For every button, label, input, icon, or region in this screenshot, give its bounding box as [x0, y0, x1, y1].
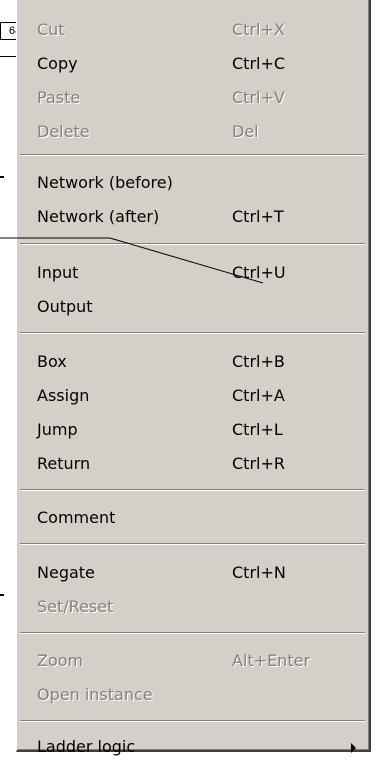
editor-tick-mark	[0, 594, 4, 596]
context-menu: Cut Ctrl+X Copy Ctrl+C Paste Ctrl+V Dele…	[16, 0, 371, 756]
menu-item-assign[interactable]: Assign Ctrl+A	[17, 380, 368, 414]
triangle-right-icon	[351, 743, 356, 753]
menu-item-label: Input	[37, 263, 79, 282]
menu-item-shortcut: Ctrl+L	[232, 420, 283, 439]
menu-item-label: Set/Reset	[37, 597, 114, 616]
menu-item-label: Comment	[37, 508, 116, 527]
menu-item-shortcut: Ctrl+B	[232, 352, 285, 371]
menu-item-shortcut: Ctrl+V	[232, 88, 285, 107]
menu-item-jump[interactable]: Jump Ctrl+L	[17, 414, 368, 448]
menu-item-label: Box	[37, 352, 67, 371]
menu-item-delete[interactable]: Delete Del	[17, 116, 368, 150]
menu-item-label: Delete	[37, 122, 90, 141]
menu-separator	[20, 332, 365, 334]
menu-item-label: Assign	[37, 386, 90, 405]
menu-item-shortcut: Ctrl+N	[232, 563, 286, 582]
menu-item-label: Open instance	[37, 685, 153, 704]
menu-item-label: Network (before)	[37, 173, 173, 192]
menu-item-label: Ladder logic	[37, 737, 136, 756]
menu-item-label: Cut	[37, 20, 65, 39]
editor-tick-mark	[0, 176, 4, 178]
menu-item-shortcut: Ctrl+X	[232, 20, 285, 39]
menu-item-label: Copy	[37, 54, 78, 73]
menu-item-network-before[interactable]: Network (before)	[17, 167, 368, 201]
menu-item-shortcut: Ctrl+C	[232, 54, 286, 73]
editor-divider	[0, 56, 16, 57]
menu-separator	[20, 543, 365, 545]
menu-item-label: Output	[37, 297, 93, 316]
menu-item-network-after[interactable]: Network (after) Ctrl+T	[17, 201, 368, 235]
menu-item-label: Return	[37, 454, 91, 473]
menu-item-paste[interactable]: Paste Ctrl+V	[17, 82, 368, 116]
menu-item-open-instance[interactable]: Open instance	[17, 679, 368, 713]
menu-item-shortcut: Alt+Enter	[232, 651, 311, 670]
menu-item-shortcut: Ctrl+R	[232, 454, 285, 473]
menu-separator	[20, 154, 365, 156]
menu-item-shortcut: Ctrl+U	[232, 263, 286, 282]
menu-item-label: Zoom	[37, 651, 84, 670]
menu-item-label: Negate	[37, 563, 95, 582]
menu-item-return[interactable]: Return Ctrl+R	[17, 448, 368, 482]
menu-item-zoom[interactable]: Zoom Alt+Enter	[17, 645, 368, 679]
editor-canvas	[0, 0, 16, 751]
menu-item-label: Paste	[37, 88, 81, 107]
menu-item-label: Network (after)	[37, 207, 160, 226]
menu-item-negate[interactable]: Negate Ctrl+N	[17, 557, 368, 591]
menu-item-set-reset[interactable]: Set/Reset	[17, 591, 368, 625]
menu-item-shortcut: Ctrl+A	[232, 386, 285, 405]
menu-item-comment[interactable]: Comment	[17, 502, 368, 536]
menu-item-shortcut: Del	[232, 122, 259, 141]
menu-item-cut[interactable]: Cut Ctrl+X	[17, 14, 368, 48]
menu-separator	[20, 489, 365, 491]
menu-item-copy[interactable]: Copy Ctrl+C	[17, 48, 368, 82]
menu-item-ladder-logic[interactable]: Ladder logic	[17, 731, 368, 765]
menu-separator	[20, 243, 365, 245]
menu-item-input[interactable]: Input Ctrl+U	[17, 257, 368, 291]
menu-item-label: Jump	[37, 420, 78, 439]
menu-item-box[interactable]: Box Ctrl+B	[17, 346, 368, 380]
menu-separator	[20, 720, 365, 722]
menu-item-shortcut: Ctrl+T	[232, 207, 284, 226]
menu-separator	[20, 632, 365, 634]
menu-item-output[interactable]: Output	[17, 291, 368, 325]
